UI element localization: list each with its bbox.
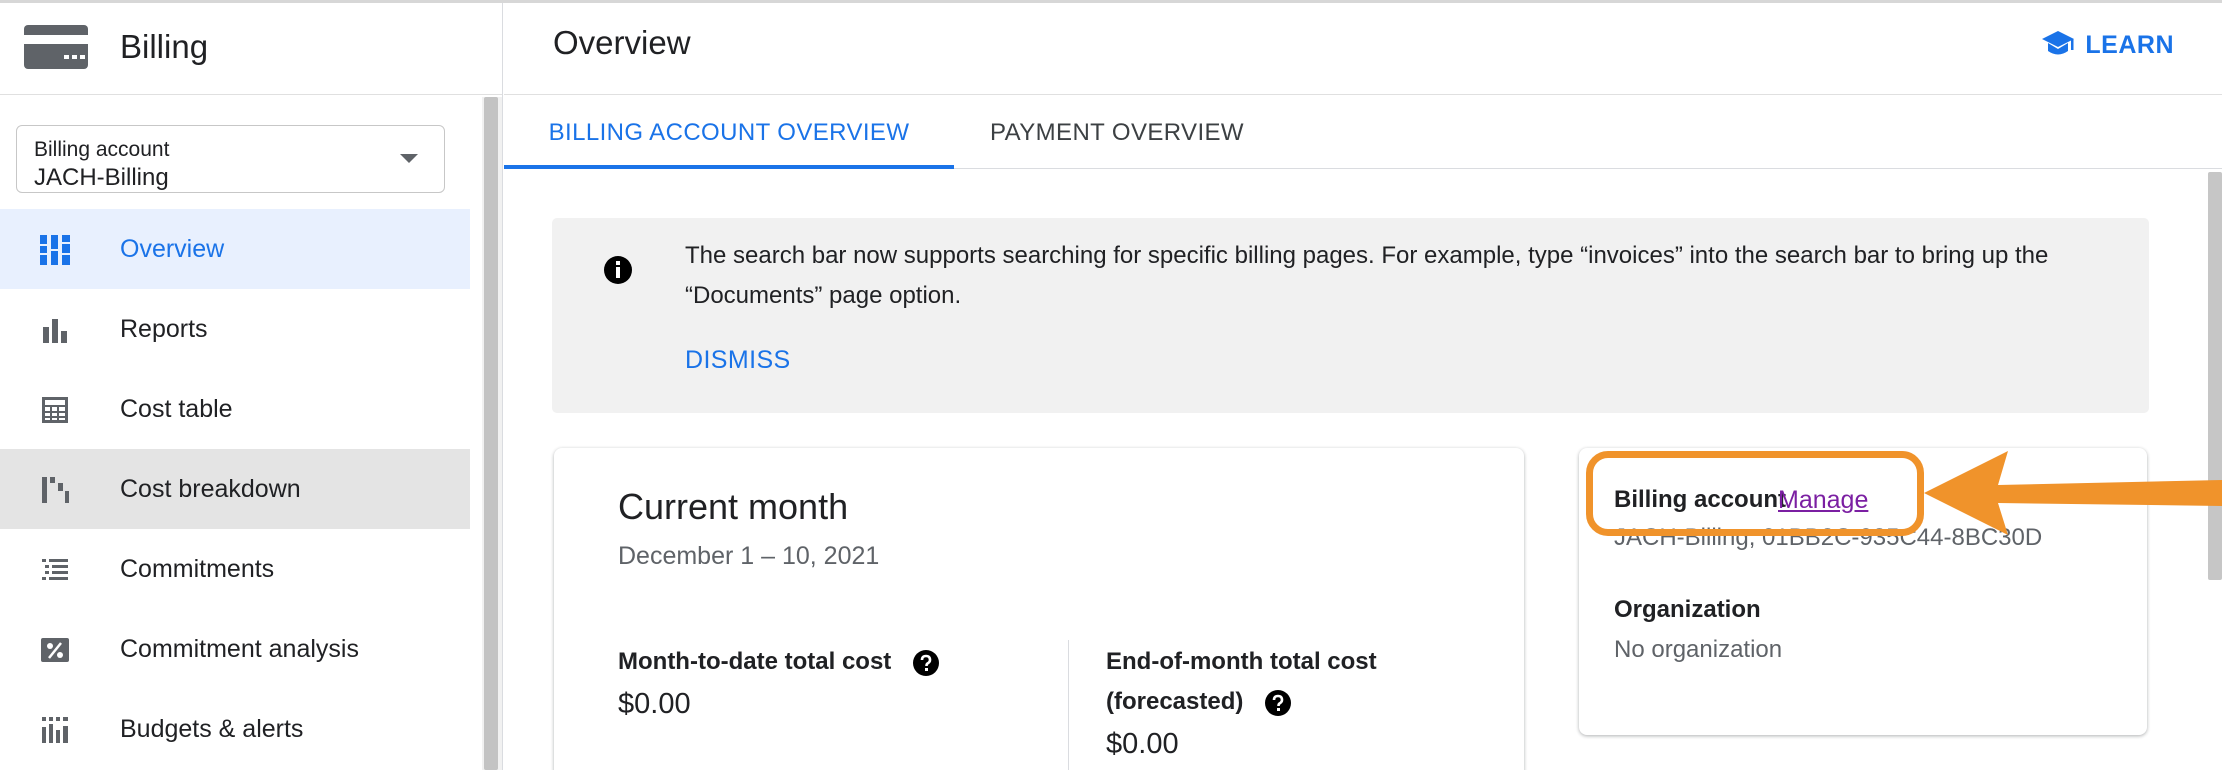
mtd-cost-value: $0.00 (618, 688, 691, 720)
learn-button[interactable]: LEARN (2041, 30, 2174, 60)
eom-cost-label-line1: End-of-month total cost (1106, 648, 1377, 675)
dropdown-caret-icon (400, 154, 418, 163)
budget-icon (42, 717, 68, 743)
sidebar-item-label: Overview (120, 234, 225, 263)
school-icon (2042, 31, 2075, 55)
page-title: Overview (553, 24, 691, 61)
info-banner: The search bar now supports searching fo… (552, 218, 2149, 413)
mtd-cost-label-row: Month-to-date total cost (618, 642, 940, 682)
info-icon (604, 256, 632, 284)
sidebar-item-label: Reports (120, 314, 208, 343)
sidebar-item-label: Commitment analysis (120, 634, 359, 663)
top-shadow (0, 0, 2222, 3)
sidebar-header: Billing (0, 0, 502, 95)
billing-account-select[interactable]: Billing account JACH-Billing (16, 125, 445, 193)
tab-payment-overview[interactable]: PAYMENT OVERVIEW (954, 96, 1280, 169)
list-icon (42, 559, 68, 580)
dashboard-icon (40, 235, 70, 265)
tab-billing-account-overview[interactable]: BILLING ACCOUNT OVERVIEW (504, 96, 954, 169)
sidebar-item-budgets-alerts[interactable]: Budgets & alerts (0, 689, 470, 769)
sidebar-nav: Overview Reports Cost table Cost breakdo… (0, 209, 470, 769)
sidebar-item-label: Cost breakdown (120, 474, 301, 503)
page-header: Overview LEARN (504, 0, 2222, 95)
sidebar-scrollbar-thumb[interactable] (484, 97, 498, 770)
sidebar-item-commitments[interactable]: Commitments (0, 529, 470, 609)
mtd-cost-label: Month-to-date total cost (618, 648, 892, 675)
sidebar-item-cost-breakdown[interactable]: Cost breakdown (0, 449, 470, 529)
eom-cost-label-line2: (forecasted) (1106, 688, 1244, 715)
organization-value: No organization (1614, 636, 1783, 663)
sidebar-item-commitment-analysis[interactable]: Commitment analysis (0, 609, 470, 689)
table-icon (42, 397, 68, 423)
billing-account-select-value: JACH-Billing (34, 164, 169, 191)
metric-divider (1068, 640, 1069, 770)
sidebar-title: Billing (120, 28, 209, 65)
current-month-card: Current month December 1 – 10, 2021 Mont… (554, 448, 1524, 770)
banner-message: The search bar now supports searching fo… (685, 242, 2049, 309)
help-icon[interactable] (912, 649, 940, 677)
highlight-box (1586, 451, 1924, 536)
callout-arrow-icon (1924, 451, 2222, 535)
sidebar-item-label: Cost table (120, 394, 233, 423)
sidebar-item-cost-table[interactable]: Cost table (0, 369, 470, 449)
sidebar: Billing Billing account JACH-Billing Ove… (0, 0, 503, 770)
bar-chart-icon (43, 319, 67, 343)
sidebar-item-reports[interactable]: Reports (0, 289, 470, 369)
sidebar-item-label: Commitments (120, 554, 275, 583)
learn-label: LEARN (2085, 30, 2174, 59)
tab-bar: BILLING ACCOUNT OVERVIEW PAYMENT OVERVIE… (504, 96, 2222, 169)
current-month-range: December 1 – 10, 2021 (618, 542, 880, 570)
sidebar-item-overview[interactable]: Overview (0, 209, 470, 289)
help-icon[interactable] (1264, 689, 1292, 717)
percent-icon (41, 638, 69, 662)
organization-label: Organization (1614, 596, 1761, 623)
sidebar-item-label: Budgets & alerts (120, 714, 304, 743)
waterfall-icon (42, 477, 69, 503)
active-tab-indicator (504, 165, 954, 169)
billing-account-select-label: Billing account (34, 138, 170, 161)
current-month-title: Current month (618, 486, 849, 527)
eom-cost-value: $0.00 (1106, 728, 1179, 760)
eom-cost-label-row: End-of-month total cost (forecasted) (1106, 642, 1377, 722)
main-content: Overview LEARN BILLING ACCOUNT OVERVIEW … (504, 0, 2222, 770)
dismiss-button[interactable]: DISMISS (685, 346, 791, 375)
eom-cost-label-line2-row: (forecasted) (1106, 682, 1377, 722)
billing-card-icon (24, 25, 88, 69)
